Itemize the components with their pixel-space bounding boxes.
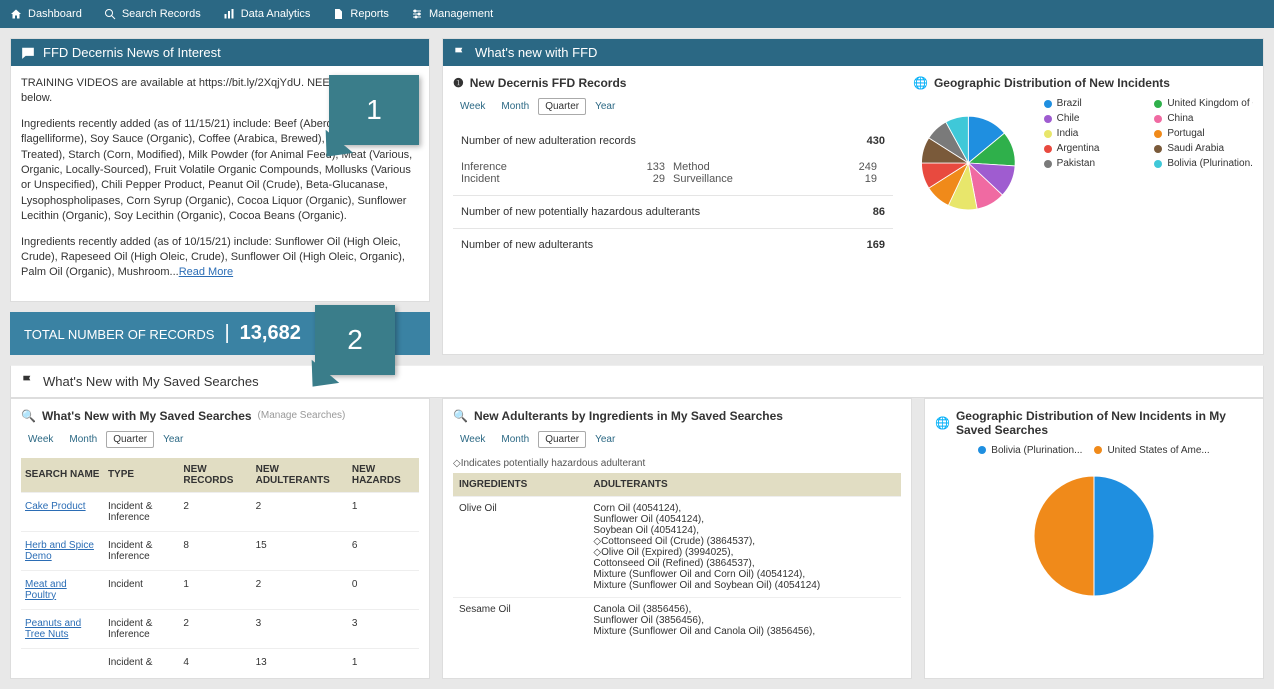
ffd-title: What's new with FFD: [475, 45, 597, 60]
geo-saved-panel: 🌐 Geographic Distribution of New Inciden…: [924, 398, 1264, 679]
legend-item[interactable]: United Kingdom of Gr...: [1154, 98, 1253, 109]
legend-item[interactable]: Portugal: [1154, 128, 1253, 139]
adulterants-head: 🔍 New Adulterants by Ingredients in My S…: [453, 409, 901, 423]
range-week[interactable]: Week: [453, 98, 492, 115]
home-icon: [10, 8, 22, 20]
search-link[interactable]: Peanuts and Tree Nuts: [25, 618, 81, 640]
hazard-note: ◇Indicates potentially hazardous adulter…: [453, 458, 901, 469]
nav-search[interactable]: Search Records: [104, 8, 201, 20]
ingredient-table: INGREDIENTS ADULTERANTS Olive OilCorn Oi…: [453, 473, 901, 643]
range-week[interactable]: Week: [453, 431, 492, 448]
range-tabs-saved: Week Month Quarter Year: [21, 431, 419, 448]
callout-2: 2: [315, 305, 395, 375]
flag-icon: [453, 46, 467, 60]
ffd-stats: ❶ New Decernis FFD Records Week Month Qu…: [453, 76, 893, 261]
table-row: Incident & Inference4131: [21, 648, 419, 668]
legend-item[interactable]: Bolivia (Plurination...: [1154, 158, 1253, 169]
document-icon: [332, 8, 344, 20]
news-para: Ingredients recently added (as of 10/15/…: [21, 235, 419, 281]
top-nav: Dashboard Search Records Data Analytics …: [0, 0, 1274, 28]
comment-icon: [21, 46, 35, 60]
info-icon: ❶: [453, 76, 464, 90]
range-year[interactable]: Year: [588, 98, 622, 115]
table-row: Herb and Spice DemoIncident & Inference8…: [21, 531, 419, 570]
pie-chart-saved: [1024, 466, 1164, 606]
search-icon: [104, 8, 116, 20]
search-link[interactable]: Herb and Spice Demo: [25, 540, 94, 562]
settings-icon: [411, 8, 423, 20]
geo-saved-head: 🌐 Geographic Distribution of New Inciden…: [935, 409, 1253, 437]
saved-table: SEARCH NAME TYPE NEW RECORDS NEW ADULTER…: [21, 458, 419, 668]
legend-item[interactable]: Bolivia (Plurination...: [978, 445, 1082, 456]
saved-searches-panel: 🔍 What's New with My Saved Searches (Man…: [10, 398, 430, 679]
range-tabs-adult: Week Month Quarter Year: [453, 431, 901, 448]
legend-item[interactable]: United States of Ame...: [1094, 445, 1209, 456]
range-month[interactable]: Month: [494, 98, 536, 115]
legend-item[interactable]: Brazil: [1044, 98, 1143, 109]
stat-adulteration: Number of new adulteration records 430: [453, 125, 893, 157]
stat-adulterants: Number of new adulterants 169: [453, 228, 893, 261]
range-month[interactable]: Month: [494, 431, 536, 448]
stat-hazardous: Number of new potentially hazardous adul…: [453, 195, 893, 228]
new-adulterants-panel: 🔍 New Adulterants by Ingredients in My S…: [442, 398, 912, 679]
range-week[interactable]: Week: [21, 431, 60, 448]
pie-legend: Brazil United Kingdom of Gr... Chile China I…: [1044, 98, 1253, 169]
range-tabs: Week Month Quarter Year: [453, 98, 893, 115]
range-quarter[interactable]: Quarter: [538, 431, 586, 448]
nav-label: Management: [429, 8, 493, 20]
sub-stats: Inference133 Method249 Incident29 Survei…: [453, 157, 893, 195]
totals-label: TOTAL NUMBER OF RECORDS: [24, 327, 214, 342]
news-title: FFD Decernis News of Interest: [43, 45, 221, 60]
legend-item[interactable]: Argentina: [1044, 143, 1143, 154]
range-quarter[interactable]: Quarter: [106, 431, 154, 448]
search-icon: 🔍: [453, 409, 468, 423]
news-header: FFD Decernis News of Interest: [11, 39, 429, 66]
globe-icon: 🌐: [913, 76, 928, 90]
range-year[interactable]: Year: [588, 431, 622, 448]
range-year[interactable]: Year: [156, 431, 190, 448]
table-row: Cake ProductIncident & Inference221: [21, 492, 419, 531]
read-more-link[interactable]: Read More: [179, 266, 233, 278]
table-row: Meat and PoultryIncident120: [21, 570, 419, 609]
nav-management[interactable]: Management: [411, 8, 493, 20]
geo-saved-legend: Bolivia (Plurination... United States of …: [935, 445, 1253, 456]
new-records-head: ❶ New Decernis FFD Records: [453, 76, 893, 90]
nav-label: Dashboard: [28, 8, 82, 20]
table-row: Olive OilCorn Oil (4054124),Sunflower Oi…: [453, 496, 901, 597]
search-link[interactable]: Cake Product: [25, 501, 86, 512]
ffd-panel: What's new with FFD ❶ New Decernis FFD R…: [442, 38, 1264, 355]
pie-chart: [913, 98, 1024, 228]
legend-item[interactable]: India: [1044, 128, 1143, 139]
nav-label: Data Analytics: [241, 8, 311, 20]
saved-sub-head: 🔍 What's New with My Saved Searches (Man…: [21, 409, 419, 423]
legend-item[interactable]: China: [1154, 113, 1253, 124]
geo-head: 🌐 Geographic Distribution of New Inciden…: [913, 76, 1253, 90]
legend-item[interactable]: Chile: [1044, 113, 1143, 124]
callout-1: 1: [329, 75, 419, 145]
table-row: Sesame OilCanola Oil (3856456),Sunflower…: [453, 597, 901, 643]
totals-value: 13,682: [240, 322, 301, 345]
search-icon: 🔍: [21, 409, 36, 423]
manage-searches-link[interactable]: (Manage Searches): [258, 410, 346, 421]
range-quarter[interactable]: Quarter: [538, 98, 586, 115]
legend-item[interactable]: Pakistan: [1044, 158, 1143, 169]
table-row: Peanuts and Tree NutsIncident & Inferenc…: [21, 609, 419, 648]
nav-analytics[interactable]: Data Analytics: [223, 8, 311, 20]
flag-icon: [21, 374, 35, 388]
chart-icon: [223, 8, 235, 20]
search-link[interactable]: Meat and Poultry: [25, 579, 67, 601]
geo-panel: 🌐 Geographic Distribution of New Inciden…: [913, 76, 1253, 261]
saved-searches-header: What's New with My Saved Searches: [10, 365, 1264, 398]
globe-icon: 🌐: [935, 416, 950, 430]
nav-label: Search Records: [122, 8, 201, 20]
nav-label: Reports: [350, 8, 389, 20]
nav-dashboard[interactable]: Dashboard: [10, 8, 82, 20]
news-panel: FFD Decernis News of Interest TRAINING V…: [10, 38, 430, 302]
nav-reports[interactable]: Reports: [332, 8, 389, 20]
range-month[interactable]: Month: [62, 431, 104, 448]
legend-item[interactable]: Saudi Arabia: [1154, 143, 1253, 154]
ffd-body: ❶ New Decernis FFD Records Week Month Qu…: [443, 66, 1263, 271]
ffd-header: What's new with FFD: [443, 39, 1263, 66]
